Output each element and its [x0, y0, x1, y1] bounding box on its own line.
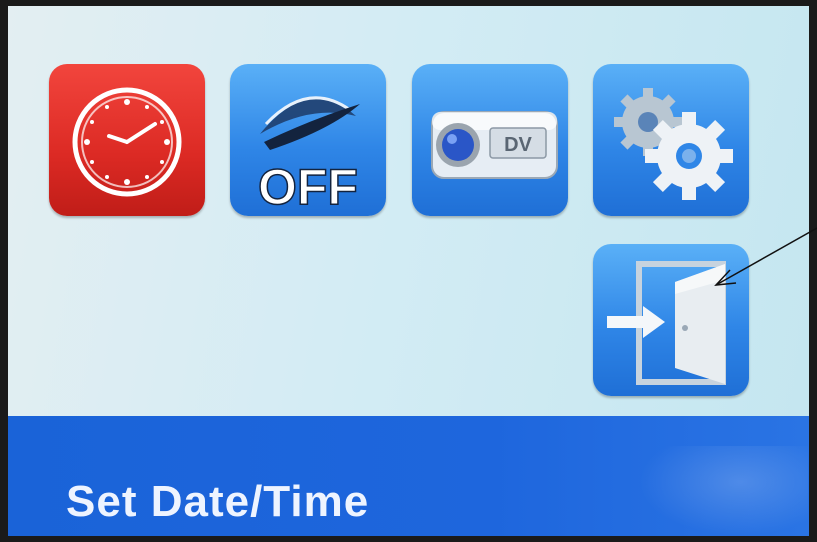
dv-badge: DV	[504, 134, 532, 156]
off-badge: OFF	[258, 159, 358, 215]
power-off-icon: OFF	[257, 96, 360, 216]
menu-item-date-time[interactable]	[49, 64, 205, 216]
camcorder-icon: DV	[431, 111, 558, 179]
device-screen: OFF DV Set Date/Time	[8, 6, 809, 536]
selected-item-label: Set Date/Time	[66, 477, 370, 526]
menu-item-auto-off[interactable]: OFF	[230, 64, 386, 216]
clock-icon	[72, 87, 182, 197]
menu-item-settings[interactable]	[593, 64, 749, 216]
exit-door-icon	[607, 261, 726, 385]
screen-glare	[638, 446, 808, 536]
menu-item-video-mode[interactable]: DV	[412, 64, 568, 216]
gears-icon	[614, 88, 733, 200]
menu-item-exit[interactable]	[593, 244, 749, 396]
